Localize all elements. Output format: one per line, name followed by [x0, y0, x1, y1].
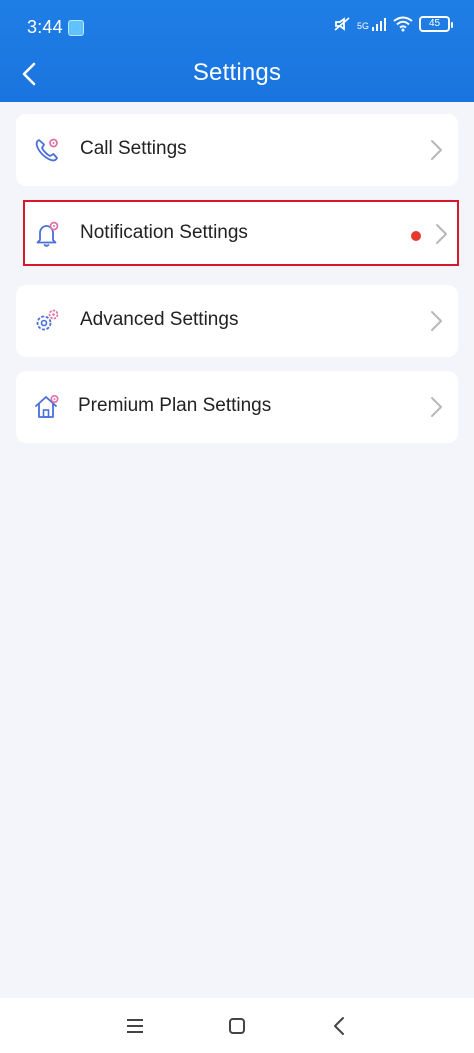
call-settings-item[interactable]: Call Settings [16, 114, 458, 186]
notification-badge [411, 231, 421, 241]
house-gear-icon [33, 393, 61, 421]
chevron-right-icon [435, 222, 449, 246]
notification-settings-label: Notification Settings [80, 222, 248, 243]
bell-gear-icon [33, 220, 61, 248]
header-bar: Settings [0, 52, 474, 98]
nav-home-button[interactable] [225, 1014, 249, 1038]
wifi-icon [393, 16, 413, 32]
menu-icon [127, 1019, 143, 1033]
phone-gear-icon [33, 136, 61, 164]
app-header: 3:44 5G 45 Settings [0, 0, 474, 102]
battery-icon: 45 [419, 16, 453, 32]
app-notification-icon [68, 20, 84, 36]
page-title: Settings [192, 59, 282, 86]
settings-list: Call Settings Notification Settings Adva… [16, 114, 459, 457]
network-type: 5G [356, 21, 369, 31]
notification-settings-item[interactable]: Notification Settings [23, 200, 459, 266]
advanced-settings-item[interactable]: Advanced Settings [16, 285, 458, 357]
home-icon [229, 1018, 245, 1034]
status-icons: 5G 45 [333, 16, 453, 32]
mute-icon [333, 16, 351, 32]
chevron-right-icon [430, 138, 444, 162]
status-bar: 3:44 5G 45 [0, 0, 474, 56]
system-nav-bar [0, 998, 474, 1053]
premium-plan-settings-item[interactable]: Premium Plan Settings [16, 371, 458, 443]
status-time: 3:44 [27, 17, 63, 37]
premium-plan-settings-label: Premium Plan Settings [78, 395, 272, 416]
signal-icon: 5G [357, 17, 387, 31]
nav-menu-button[interactable] [123, 1014, 147, 1038]
gears-icon [33, 307, 61, 335]
back-icon [334, 1017, 344, 1035]
chevron-right-icon [430, 309, 444, 333]
nav-back-button[interactable] [327, 1014, 351, 1038]
advanced-settings-label: Advanced Settings [80, 309, 239, 330]
call-settings-label: Call Settings [80, 138, 187, 159]
chevron-right-icon [430, 395, 444, 419]
